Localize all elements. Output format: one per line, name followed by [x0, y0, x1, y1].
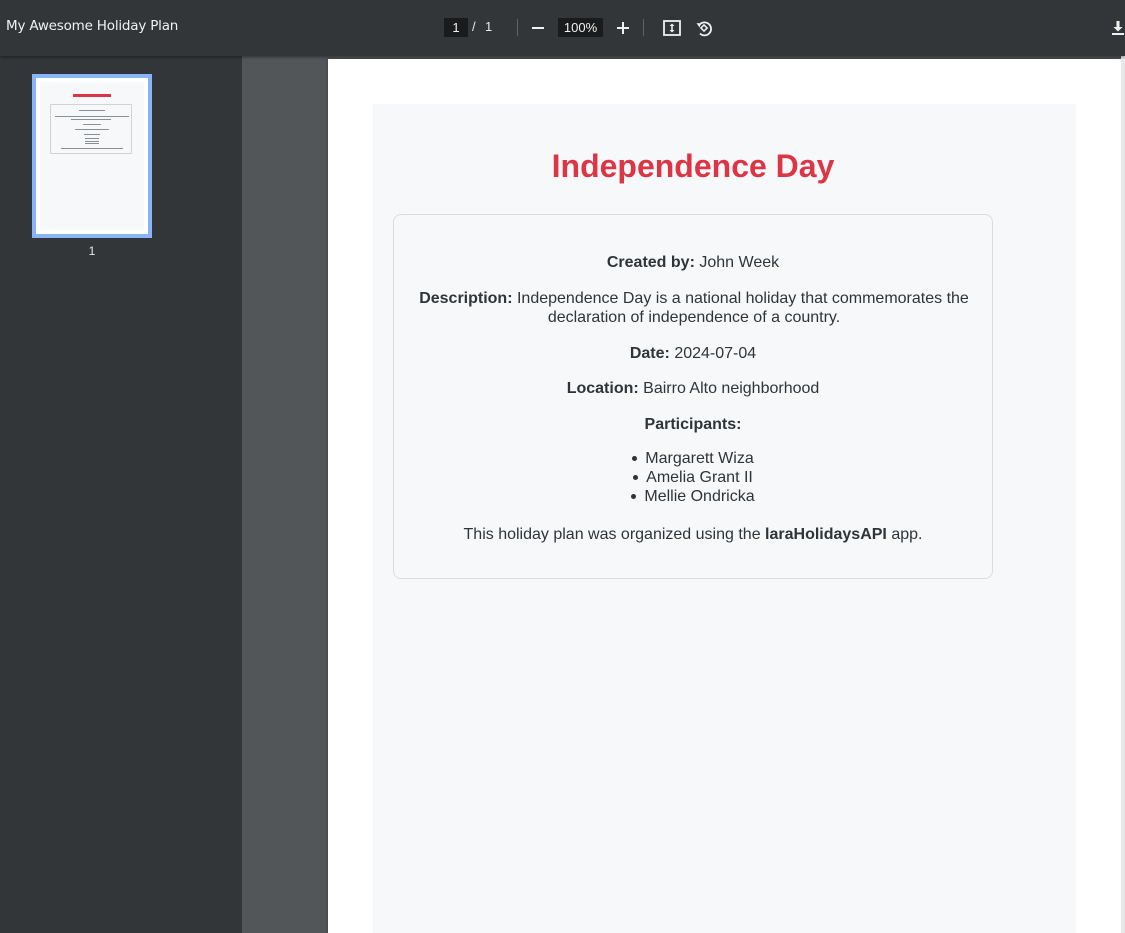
download-icon [1112, 21, 1124, 35]
location-row: Location: Bairro Alto neighborhood [394, 379, 992, 398]
created-by-row: Created by: John Week [394, 253, 992, 272]
location-label: Location: [566, 380, 639, 397]
rotate-icon [696, 21, 712, 37]
date-value: 2024-07-04 [674, 345, 757, 362]
zoom-in-icon [617, 22, 629, 34]
participant-item: Margarett Wiza [394, 449, 992, 468]
bullet-icon [632, 456, 638, 462]
vertical-scrollbar[interactable] [1121, 56, 1125, 933]
pdf-page: Independence Day Created by: John Week D… [328, 59, 1121, 933]
footer-app-name: laraHolidaysAPI [765, 526, 887, 543]
location-value: Bairro Alto neighborhood [643, 380, 820, 397]
participants-row: Participants: [394, 415, 992, 434]
description-label: Description: [419, 290, 513, 307]
created-by-value: John Week [699, 254, 780, 271]
page-thumbnail[interactable] [32, 74, 152, 238]
zoom-in-button[interactable] [609, 14, 637, 42]
page-separator: / [472, 19, 476, 34]
zoom-out-button[interactable] [524, 14, 552, 42]
created-by-label: Created by: [606, 254, 695, 271]
date-label: Date: [629, 345, 670, 362]
holiday-details-card: Created by: John Week Description: Indep… [393, 214, 993, 579]
toolbar-divider [643, 19, 644, 36]
page-content: Independence Day Created by: John Week D… [373, 104, 1076, 933]
footer-prefix: This holiday plan was organized using th… [463, 526, 761, 543]
fit-page-button[interactable] [658, 14, 686, 42]
pdf-toolbar: My Awesome Holiday Plan 1 / 1 100% [0, 0, 1125, 56]
thumbnail-preview [40, 82, 144, 230]
document-title: My Awesome Holiday Plan [6, 18, 179, 34]
thumbnail-title-mark [40, 94, 144, 97]
holiday-title: Independence Day [551, 148, 835, 184]
participants-label: Participants: [644, 416, 742, 433]
description-row: Description: Independence Day is a natio… [414, 289, 974, 327]
zoom-level-input[interactable]: 100% [558, 18, 603, 37]
fit-page-icon [663, 20, 681, 36]
current-page-input[interactable]: 1 [444, 18, 468, 37]
rotate-button[interactable] [690, 14, 718, 42]
toolbar-divider [517, 19, 518, 36]
participant-item: Mellie Ondricka [394, 487, 992, 506]
bullet-icon [633, 475, 639, 481]
thumbnail-sidebar: 1 [0, 56, 242, 933]
description-value: Independence Day is a national holiday t… [516, 290, 969, 326]
zoom-out-icon [532, 27, 544, 29]
thumbnail-card-mark [50, 104, 132, 154]
total-pages: 1 [485, 19, 493, 34]
bullet-icon [631, 494, 637, 500]
footer-note: This holiday plan was organized using th… [394, 525, 992, 544]
thumbnail-page-number: 1 [88, 244, 96, 258]
participants-list: Margarett Wiza Amelia Grant II Mellie On… [394, 449, 992, 506]
date-row: Date: 2024-07-04 [394, 344, 992, 363]
participant-item: Amelia Grant II [394, 468, 992, 487]
download-button[interactable] [1104, 14, 1125, 42]
footer-suffix: app. [891, 526, 923, 543]
